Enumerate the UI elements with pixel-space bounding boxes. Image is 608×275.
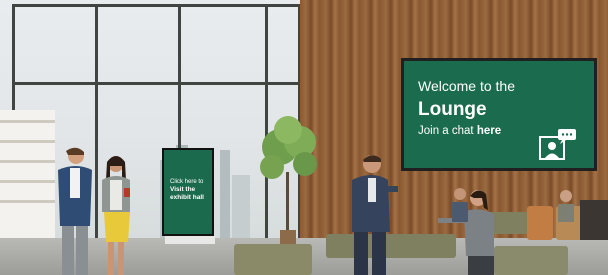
kiosk-line-1: Click here to bbox=[170, 179, 204, 185]
lounge-sign[interactable]: Welcome to the Lounge Join a chat here bbox=[401, 58, 597, 171]
seated-people bbox=[452, 188, 574, 222]
man-with-tablet bbox=[58, 147, 92, 275]
armchair bbox=[494, 246, 568, 275]
kiosk-text: Click here to Visit the exhibit hall bbox=[170, 178, 204, 202]
kiosk-base bbox=[165, 236, 215, 244]
join-chat-text: Join a chat here bbox=[418, 125, 501, 137]
sign-title: Lounge bbox=[418, 99, 487, 120]
man-in-suit bbox=[352, 155, 398, 275]
chat-people-icon bbox=[539, 129, 576, 160]
sign-welcome-text: Welcome to the bbox=[418, 78, 516, 94]
armchair bbox=[234, 244, 312, 275]
join-prefix: Join a chat bbox=[418, 125, 477, 137]
exhibit-hall-kiosk[interactable]: Click here to Visit the exhibit hall bbox=[162, 148, 214, 236]
kiosk-line-3: exhibit hall bbox=[170, 194, 204, 201]
kiosk-line-2: Visit the bbox=[170, 186, 196, 193]
white-shelving bbox=[0, 110, 55, 240]
join-chat-link[interactable]: here bbox=[477, 125, 501, 137]
potted-tree bbox=[260, 116, 317, 244]
virtual-lobby-scene: Click here to Visit the exhibit hall Wel… bbox=[0, 0, 608, 275]
woman-with-coffee bbox=[102, 156, 130, 275]
